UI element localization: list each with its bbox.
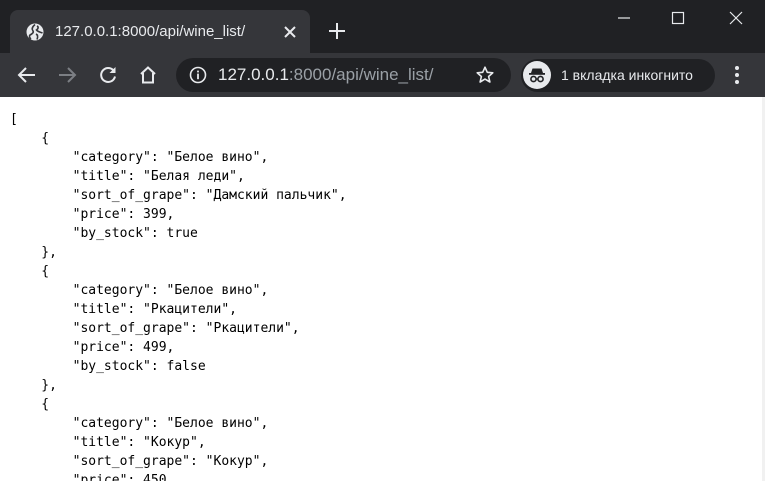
json-line: { [10,264,50,279]
json-line: "category": "Белое вино", [10,150,269,165]
incognito-label: 1 вкладка инкогнито [561,67,693,83]
forward-icon[interactable] [56,64,78,86]
incognito-icon [523,61,551,89]
new-tab-icon[interactable] [326,20,348,42]
back-icon[interactable] [16,64,38,86]
close-window-icon[interactable] [713,0,759,36]
json-line: "sort_of_grape": "Кокур", [10,454,269,469]
globe-icon [26,23,44,41]
json-line: [ [10,112,18,127]
json-line: { [10,131,50,146]
json-line: "sort_of_grape": "Ркацители", [10,321,300,336]
info-icon[interactable] [189,66,207,84]
tab-active[interactable]: 127.0.0.1:8000/api/wine_list/ [10,10,310,53]
tab-title: 127.0.0.1:8000/api/wine_list/ [55,23,246,40]
maximize-icon[interactable] [655,0,701,36]
close-tab-icon[interactable] [280,22,300,42]
json-line: "category": "Белое вино", [10,416,269,431]
minimize-icon[interactable] [601,0,647,36]
address-bar[interactable]: 127.0.0.1:8000/api/wine_list/ [176,58,511,92]
menu-dots-icon[interactable] [728,64,746,86]
json-line: "by_stock": false [10,359,206,374]
json-line: "price": 499, [10,340,175,355]
toolbar: 127.0.0.1:8000/api/wine_list/ 1 вкладка … [0,53,765,97]
json-viewer: [ { "category": "Белое вино", "title": "… [0,97,765,481]
home-icon[interactable] [137,64,159,86]
bookmark-star-icon[interactable] [475,65,495,85]
json-line: }, [10,378,57,393]
tab-strip: 127.0.0.1:8000/api/wine_list/ [0,0,765,53]
json-line: "sort_of_grape": "Дамский пальчик", [10,188,347,203]
incognito-indicator[interactable]: 1 вкладка инкогнито [521,59,715,92]
json-line: "title": "Белая леди", [10,169,245,184]
json-line: { [10,397,50,412]
json-line: "title": "Ркацители", [10,302,237,317]
json-line: "category": "Белое вино", [10,283,269,298]
url-host: 127.0.0.1 [218,65,289,84]
json-line: "title": "Кокур", [10,435,206,450]
json-line: }, [10,245,57,260]
url-text[interactable]: 127.0.0.1:8000/api/wine_list/ [218,65,434,85]
json-line: "by_stock": true [10,226,198,241]
reload-icon[interactable] [97,64,119,86]
url-path: :8000/api/wine_list/ [288,65,434,84]
json-line: "price": 399, [10,207,175,222]
json-line: "price": 450 [10,473,167,481]
